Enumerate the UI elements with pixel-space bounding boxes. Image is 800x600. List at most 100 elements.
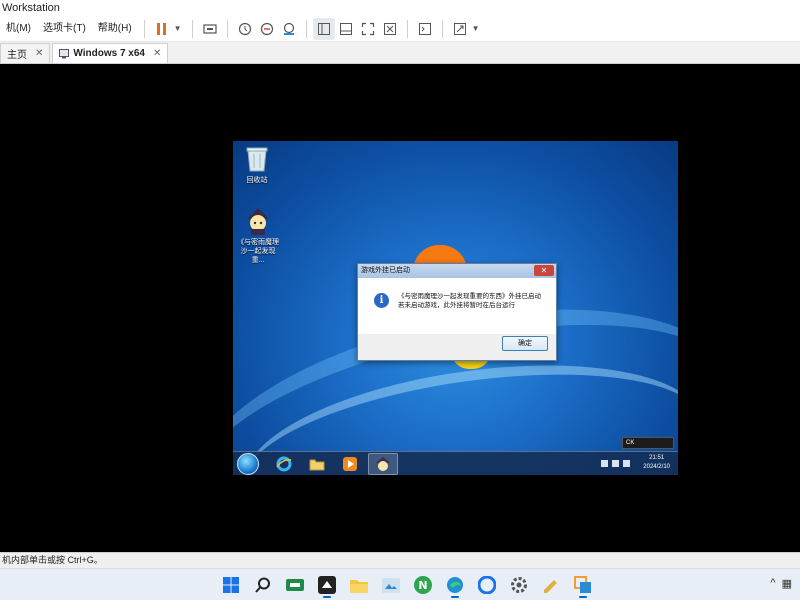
- taskbar-app-pen[interactable]: [538, 572, 564, 598]
- pause-dropdown-icon[interactable]: ▼: [174, 24, 182, 33]
- green-app-icon: [286, 579, 304, 591]
- host-tray[interactable]: ^ ▦: [770, 577, 792, 590]
- dialog-message-line-1: 《与密雨魔理沙一起发现重要的东西》外挂已启动: [398, 293, 541, 300]
- edge-icon: [447, 577, 463, 593]
- tab-home[interactable]: 主页 ✕: [0, 43, 51, 63]
- language-bar[interactable]: CK: [622, 437, 674, 449]
- pen-app-icon: [544, 580, 557, 593]
- folder-icon: [309, 459, 325, 470]
- search-icon: [255, 577, 270, 593]
- recycle-bin-label: 回收站: [246, 177, 268, 184]
- svg-text:N: N: [418, 579, 427, 592]
- trainer-started-dialog: 游戏外挂已启动 ✕ i 《与密雨魔理沙一起发现重要的东西》外挂已启动 若未启动游…: [357, 263, 557, 361]
- taskbar-file-explorer[interactable]: [346, 572, 372, 598]
- taskbar-app-n[interactable]: N: [410, 572, 436, 598]
- window-title: Workstation: [2, 2, 60, 14]
- volume-icon[interactable]: [623, 460, 630, 467]
- taskbar-edge[interactable]: [442, 572, 468, 598]
- snapshot-manager-icon: [283, 22, 294, 35]
- show-library-button[interactable]: [312, 17, 335, 40]
- internet-explorer-icon: [276, 456, 292, 471]
- tab-vm-label: Windows 7 x64: [73, 48, 145, 59]
- dialog-close-button[interactable]: ✕: [534, 265, 554, 276]
- stretch-icon: [453, 22, 466, 35]
- console-view-button[interactable]: [414, 18, 436, 40]
- tab-windows-7-x64[interactable]: Windows 7 x64 ✕: [52, 43, 169, 63]
- snapshot-button[interactable]: [234, 18, 256, 40]
- full-screen-button[interactable]: [357, 18, 379, 40]
- guest-taskbar-explorer[interactable]: [302, 453, 332, 475]
- window-title-bar: Workstation: [0, 0, 800, 16]
- stretch-dropdown-icon[interactable]: ▼: [472, 24, 480, 33]
- send-ctrl-alt-del-button[interactable]: [199, 18, 221, 40]
- snapshot-manager-button[interactable]: [278, 18, 300, 40]
- unity-icon: [383, 22, 396, 35]
- guest-clock-date: 2024/2/10: [643, 464, 670, 470]
- keyboard-icon: [202, 23, 217, 34]
- flag-icon[interactable]: [601, 460, 608, 467]
- windows-logo-icon: [223, 577, 239, 593]
- guest-start-orb-icon[interactable]: [237, 452, 259, 475]
- pause-vm-button[interactable]: [151, 18, 173, 40]
- start-button[interactable]: [218, 572, 244, 598]
- dialog-message: 《与密雨魔理沙一起发现重要的东西》外挂已启动 若未启动游戏，此外挂将暂时在后台运…: [398, 292, 554, 310]
- app-tray-icon[interactable]: ▦: [782, 577, 792, 590]
- menu-toolbar: 机(M) 选项卡(T) 帮助(H) ▼ ▼: [0, 16, 800, 42]
- toolbar-separator: [191, 19, 193, 38]
- guest-taskbar-media-player[interactable]: [335, 453, 365, 475]
- dialog-title: 游戏外挂已启动: [361, 267, 410, 274]
- stretch-guest-button[interactable]: [449, 18, 471, 40]
- toolbar-separator: [305, 19, 307, 38]
- guest-taskbar-game[interactable]: [368, 452, 398, 475]
- revert-snapshot-button[interactable]: [256, 18, 278, 40]
- clock-icon: [238, 22, 251, 35]
- search-button[interactable]: [250, 572, 276, 598]
- character-icon: [376, 456, 390, 471]
- gear-icon: [511, 577, 527, 593]
- game-shortcut-label: 《与密雨魔理沙一起发现重...: [237, 239, 279, 264]
- close-icon[interactable]: ✕: [153, 48, 161, 59]
- guest-clock[interactable]: 21:51 2024/2/10: [643, 454, 670, 472]
- toolbar-separator: [143, 19, 145, 38]
- fullscreen-icon: [361, 22, 374, 35]
- character-icon: [247, 208, 269, 235]
- dialog-body: i 《与密雨魔理沙一起发现重要的东西》外挂已启动 若未启动游戏，此外挂将暂时在后…: [358, 278, 556, 334]
- menu-item-tabs[interactable]: 选项卡(T): [37, 16, 92, 42]
- guest-taskbar-ie[interactable]: [269, 453, 299, 475]
- dialog-title-bar: 游戏外挂已启动 ✕: [358, 264, 556, 278]
- tab-home-label: 主页: [7, 50, 27, 61]
- toolbar-separator: [406, 19, 408, 38]
- console-icon: [418, 22, 431, 35]
- info-icon: i: [374, 293, 389, 308]
- folder-icon: [350, 579, 368, 593]
- dialog-ok-button[interactable]: 确定: [502, 336, 548, 351]
- pause-icon: [156, 22, 166, 35]
- thumbnail-bar-button[interactable]: [335, 18, 357, 40]
- taskbar-app-blue[interactable]: [474, 572, 500, 598]
- status-bar: 机内部单击或按 Ctrl+G。: [0, 552, 800, 568]
- taskbar-app-photos[interactable]: [378, 572, 404, 598]
- game-shortcut-desktop-icon[interactable]: 《与密雨魔理沙一起发现重...: [235, 207, 281, 265]
- guest-tray-icons[interactable]: [601, 460, 630, 467]
- guest-clock-time: 21:51: [649, 455, 665, 461]
- chevron-up-icon[interactable]: ^: [770, 577, 775, 590]
- recycle-bin-desktop-icon[interactable]: 回收站: [234, 145, 280, 185]
- blue-circle-app-icon: [478, 576, 496, 594]
- dialog-message-line-2: 若未启动游戏，此外挂将暂时在后台运行: [398, 302, 515, 309]
- unity-mode-button[interactable]: [379, 18, 401, 40]
- menu-item-help[interactable]: 帮助(H): [92, 16, 138, 42]
- taskbar-settings[interactable]: [506, 572, 532, 598]
- language-bar-label: CK: [626, 440, 635, 446]
- app-icon: [318, 576, 336, 594]
- toolbar-separator: [226, 19, 228, 38]
- taskbar-app-terminal[interactable]: [314, 572, 340, 598]
- close-icon[interactable]: ✕: [35, 48, 43, 59]
- menu-item-vm[interactable]: 机(M): [0, 16, 37, 42]
- taskbar-vmware[interactable]: [570, 572, 596, 598]
- taskbar-app-green[interactable]: [282, 572, 308, 598]
- revert-icon: [260, 22, 273, 35]
- media-player-icon: [343, 456, 357, 471]
- sidebar-layout-icon: [317, 22, 330, 35]
- network-icon[interactable]: [612, 460, 619, 467]
- guest-taskbar: 21:51 2024/2/10: [233, 451, 678, 475]
